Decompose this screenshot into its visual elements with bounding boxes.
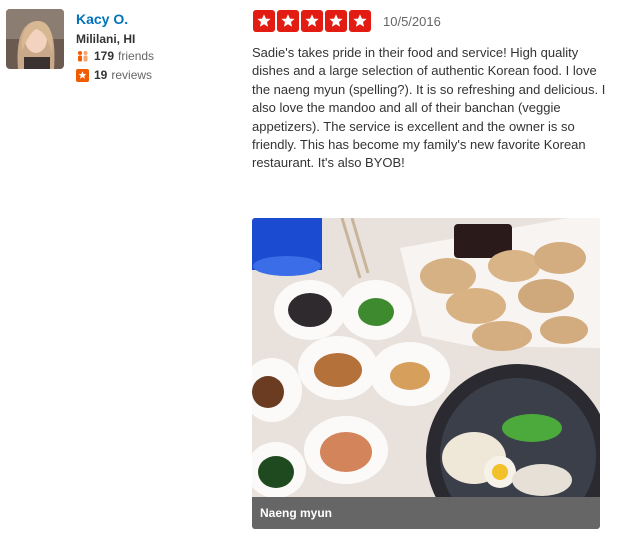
star-icon [325, 10, 347, 32]
friends-stat: 179 friends [76, 49, 154, 63]
star-icon [301, 10, 323, 32]
food-photo-image [252, 218, 600, 497]
friends-count: 179 [94, 49, 115, 63]
review-text: Sadie's takes pride in their food and se… [252, 45, 606, 171]
reviews-count: 19 [94, 68, 108, 82]
photo-caption: Naeng myun [252, 497, 600, 529]
star-icon [253, 10, 275, 32]
user-avatar[interactable] [6, 9, 64, 69]
star-rating [253, 10, 371, 32]
user-name-link[interactable]: Kacy O. [76, 11, 128, 27]
reviews-label: reviews [111, 68, 153, 82]
star-icon [349, 10, 371, 32]
friends-icon [76, 50, 89, 63]
review-date: 10/5/2016 [383, 14, 441, 29]
star-icon [277, 10, 299, 32]
user-location: Mililani, HI [76, 32, 136, 46]
reviews-star-icon [76, 68, 89, 82]
review-photo[interactable]: Naeng myun [252, 218, 600, 529]
friends-label: friends [118, 49, 155, 63]
reviews-stat: 19 reviews [76, 68, 152, 82]
